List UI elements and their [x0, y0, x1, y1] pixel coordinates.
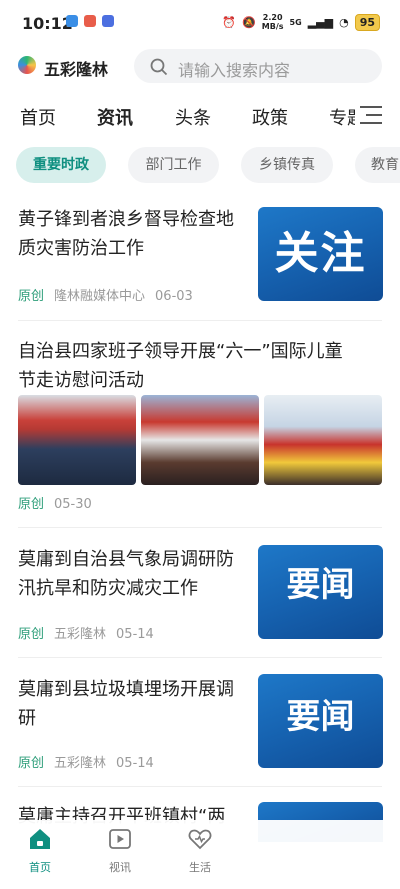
heart-icon — [188, 829, 212, 850]
article-thumbnail: 关注 — [258, 207, 383, 301]
brand-name: 五彩隆林 — [44, 60, 109, 79]
video-icon — [109, 829, 131, 849]
article-title: 莫庸到自治县气象局调研防 汛抗旱和防灾减灾工作 — [18, 549, 234, 599]
home-icon — [30, 829, 50, 849]
article-source: 五彩隆林 — [54, 627, 107, 642]
article-photo — [18, 395, 136, 485]
notification-icons — [66, 15, 114, 27]
article-photo — [141, 395, 259, 485]
subtab-education[interactable]: 教育 — [355, 147, 400, 183]
article-title: 黄子锋到者浪乡督导检查地 质灾害防治工作 — [18, 209, 234, 259]
original-tag: 原创 — [18, 756, 45, 771]
net-speed: 2.20 MB/s — [261, 13, 284, 31]
article-date: 05-30 — [54, 497, 92, 512]
article-date: 06-03 — [155, 289, 193, 304]
nav-life[interactable]: 生活 — [170, 826, 230, 875]
search-icon — [150, 58, 168, 76]
subtab-important-politics[interactable]: 重要时政 — [16, 147, 106, 183]
article-title: 莫庸到县垃圾填埋场开展调 研 — [18, 679, 234, 729]
main-tabs: 首页 资讯 头条 政策 专题 — [0, 96, 400, 136]
divider — [18, 320, 382, 321]
article-photo-gallery — [18, 395, 382, 485]
nav-video[interactable]: 视讯 — [90, 826, 150, 875]
app-header: 五彩隆林 请输入搜索内容 — [0, 44, 400, 90]
notification-app-icon — [84, 15, 96, 27]
article-thumbnail: 要闻 — [258, 545, 383, 639]
search-input[interactable]: 请输入搜索内容 — [134, 49, 382, 83]
article-meta: 原创 五彩隆林 05-14 — [18, 623, 154, 642]
wifi-icon: ◔ — [339, 15, 349, 29]
article-source: 隆林融媒体中心 — [54, 289, 146, 304]
subtab-township-news[interactable]: 乡镇传真 — [241, 147, 333, 183]
notification-app-icon — [66, 15, 78, 27]
tab-topics[interactable]: 专题 — [329, 104, 355, 130]
article-meta: 原创 五彩隆林 05-14 — [18, 752, 154, 771]
article-title: 自治县四家班子领导开展“六一”国际儿童 节走访慰问活动 — [18, 341, 343, 391]
subtab-department-work[interactable]: 部门工作 — [128, 147, 219, 183]
original-tag: 原创 — [18, 497, 45, 512]
tab-policy[interactable]: 政策 — [252, 104, 288, 130]
article-meta: 原创 隆林融媒体中心 06-03 — [18, 285, 193, 304]
tab-home[interactable]: 首页 — [20, 104, 56, 130]
article-source: 五彩隆林 — [54, 756, 107, 771]
article-meta: 原创 05-30 — [18, 493, 92, 512]
divider — [18, 527, 382, 528]
divider — [18, 786, 382, 787]
bottom-nav: 首页 视讯 生活 — [0, 820, 400, 889]
article-date: 05-14 — [116, 627, 154, 642]
signal-label: 5G — [289, 17, 302, 27]
channel-menu-icon[interactable] — [360, 106, 382, 124]
status-right: ⏰ 🔕 2.20 MB/s 5G ▂▄▆ ◔ 95 — [222, 13, 380, 31]
article-photo — [264, 395, 382, 485]
notification-app-icon — [102, 15, 114, 27]
signal-icon: ▂▄▆ — [307, 15, 334, 29]
nav-home[interactable]: 首页 — [10, 826, 70, 875]
mute-icon: 🔕 — [242, 15, 256, 29]
status-bar: 10:12 ⏰ 🔕 2.20 MB/s 5G ▂▄▆ ◔ 95 — [0, 0, 400, 44]
tab-news[interactable]: 资讯 — [97, 104, 133, 130]
sub-tabs: 重要时政 部门工作 乡镇传真 教育 — [0, 147, 400, 185]
article-thumbnail: 要闻 — [258, 674, 383, 768]
battery-indicator: 95 — [354, 13, 380, 31]
search-placeholder: 请输入搜索内容 — [178, 61, 291, 80]
alarm-icon: ⏰ — [222, 15, 237, 29]
divider — [18, 657, 382, 658]
original-tag: 原创 — [18, 627, 45, 642]
article-date: 05-14 — [116, 756, 154, 771]
tab-headlines[interactable]: 头条 — [175, 104, 211, 130]
original-tag: 原创 — [18, 289, 45, 304]
app-logo-icon — [18, 56, 36, 74]
